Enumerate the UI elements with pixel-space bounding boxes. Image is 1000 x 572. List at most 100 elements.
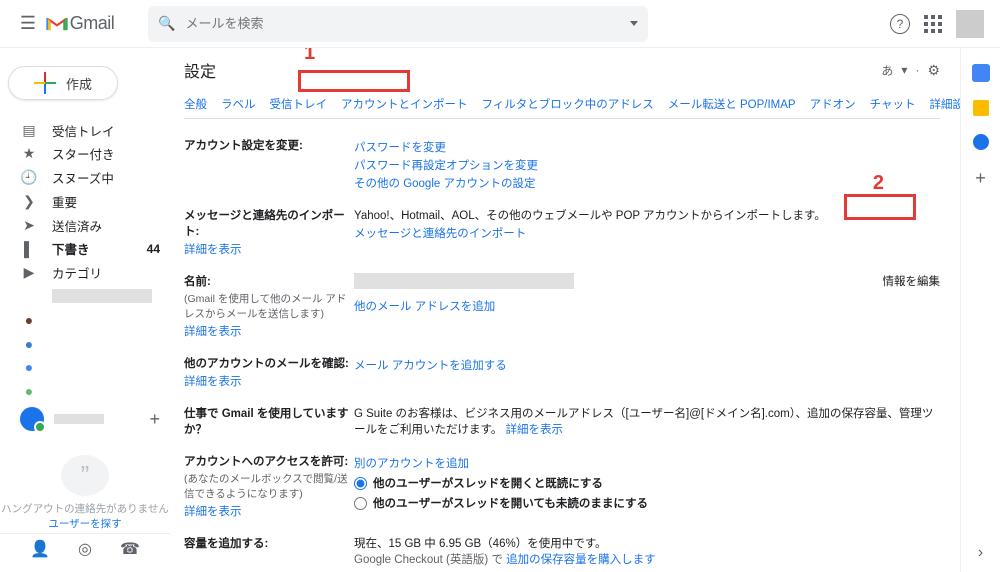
radio-leave-unread[interactable] <box>354 497 367 510</box>
tab-labels[interactable]: ラベル <box>221 96 256 112</box>
presence-avatar-icon <box>20 407 44 431</box>
settings-main: 設定 あ ▾ · 全般 ラベル 受信トレイ アカウントとインポート フィルタとブ… <box>170 48 960 572</box>
sidebar-item-sent[interactable]: ➤送信済み <box>0 213 170 237</box>
row-label-import: メッセージと連絡先のインポート: 詳細を表示 <box>184 207 354 257</box>
sidebar-item-inbox[interactable]: ▤受信トレイ <box>0 118 170 142</box>
link-other-google-settings[interactable]: その他の Google アカウントの設定 <box>354 175 940 191</box>
search-input[interactable] <box>185 16 630 31</box>
tab-forwarding-pop-imap[interactable]: メール転送と POP/IMAP <box>668 96 796 112</box>
hangouts-empty-icon <box>61 455 109 496</box>
link-grant-detail[interactable]: 詳細を表示 <box>184 503 354 519</box>
hangouts-tab-icon[interactable] <box>78 539 92 559</box>
drafts-icon: ▌ <box>20 241 38 257</box>
calendar-addon-icon[interactable] <box>972 64 990 82</box>
input-lang-indicator[interactable]: あ <box>881 62 893 79</box>
link-buy-storage[interactable]: 追加の保存容量を購入します <box>506 554 656 566</box>
sidebar-item-snoozed[interactable]: 🕘スヌーズ中 <box>0 166 170 190</box>
radio-mark-read[interactable] <box>354 477 367 490</box>
lang-caret-icon[interactable]: ▾ <box>901 63 907 77</box>
sidebar-item-drafts[interactable]: ▌下書き44 <box>0 237 170 261</box>
gmail-logo[interactable]: Gmail <box>48 12 112 36</box>
sidebar-item-important[interactable]: ❯重要 <box>0 189 170 213</box>
search-bar[interactable] <box>148 6 648 42</box>
tab-general[interactable]: 全般 <box>184 96 207 112</box>
settings-title: 設定 <box>184 58 216 82</box>
clock-icon: 🕘 <box>20 169 38 186</box>
link-edit-info[interactable]: 情報を編集 <box>883 276 941 288</box>
link-add-another-account[interactable]: 別のアカウントを追加 <box>354 455 940 471</box>
hamburger-icon <box>20 13 36 34</box>
link-name-detail[interactable]: 詳細を表示 <box>184 323 354 339</box>
link-check-other-detail[interactable]: 詳細を表示 <box>184 373 354 389</box>
sidebar-item-category[interactable]: ▶カテゴリ <box>0 261 170 285</box>
link-import-action[interactable]: メッセージと連絡先のインポート <box>354 225 940 241</box>
compose-button[interactable]: 作成 <box>8 66 118 100</box>
row-label-name: 名前: (Gmail を使用して他のメール アドレスからメールを送信します) 詳… <box>184 273 354 339</box>
important-icon: ❯ <box>20 193 38 210</box>
sidebar-label-5[interactable]: ● <box>0 379 170 403</box>
row-name: 名前: (Gmail を使用して他のメール アドレスからメールを送信します) 詳… <box>184 265 940 347</box>
settings-tabs: 全般 ラベル 受信トレイ アカウントとインポート フィルタとブロック中のアドレス… <box>184 96 940 119</box>
row-label-grant: アカウントへのアクセスを許可: (あなたのメールボックスで閲覧/送信できるように… <box>184 453 354 519</box>
link-add-another-address[interactable]: 他のメール アドレスを追加 <box>354 298 883 314</box>
hangouts-tab-bar <box>0 533 170 564</box>
compose-label: 作成 <box>66 74 92 93</box>
app-header: Gmail <box>0 0 1000 48</box>
tab-filters[interactable]: フィルタとブロック中のアドレス <box>482 96 654 112</box>
row-account-settings: アカウント設定を変更: パスワードを変更 パスワード再設定オプションを変更 その… <box>184 129 940 199</box>
gmail-logo-text: Gmail <box>70 13 115 34</box>
row-storage: 容量を追加する: 現在、15 GB 中 6.95 GB（46%）を使用中です。 … <box>184 527 940 572</box>
link-import-detail[interactable]: 詳細を表示 <box>184 241 354 257</box>
tab-chat[interactable]: チャット <box>870 96 916 112</box>
sidebar-label-2[interactable]: ● <box>0 308 170 332</box>
tab-accounts-import[interactable]: アカウントとインポート <box>341 96 468 112</box>
account-name-redacted <box>54 414 104 424</box>
tab-inbox[interactable]: 受信トレイ <box>270 96 328 112</box>
help-icon[interactable] <box>890 14 910 34</box>
contacts-tab-icon[interactable] <box>30 539 50 559</box>
get-addons-icon[interactable] <box>975 168 986 189</box>
tab-addons[interactable]: アドオン <box>810 96 856 112</box>
star-icon: ★ <box>20 145 38 162</box>
row-import: メッセージと連絡先のインポート: 詳細を表示 Yahoo!、Hotmail、AO… <box>184 199 940 265</box>
apps-grid-icon[interactable] <box>924 15 942 33</box>
row-gsuite: 仕事で Gmail を使用していますか？ G Suite のお客様は、ビジネス用… <box>184 397 940 445</box>
row-label-gsuite: 仕事で Gmail を使用していますか？ <box>184 405 354 437</box>
link-gsuite-detail[interactable]: 詳細を表示 <box>506 424 564 436</box>
account-avatar[interactable] <box>956 10 984 38</box>
header-right <box>890 10 992 38</box>
search-dropdown-caret[interactable] <box>630 21 638 26</box>
quote-icon <box>81 462 90 488</box>
search-icon <box>158 15 175 32</box>
hangouts-add-icon[interactable]: + <box>149 409 160 430</box>
compose-plus-icon <box>34 72 56 94</box>
collapse-panel-icon[interactable] <box>978 544 983 562</box>
sidebar-item-starred[interactable]: ★スター付き <box>0 142 170 166</box>
phone-tab-icon[interactable] <box>120 539 140 559</box>
menu-button[interactable] <box>8 4 48 44</box>
hangouts-account-row[interactable]: + <box>0 403 170 435</box>
tab-advanced[interactable]: 詳細設定 <box>929 96 960 112</box>
settings-toolbar: あ ▾ · <box>881 62 940 79</box>
gmail-m-icon <box>46 16 68 32</box>
link-add-mail-account[interactable]: メール アカウントを追加する <box>354 357 940 373</box>
right-side-panel <box>960 48 1000 572</box>
sidebar-label-3[interactable]: ● <box>0 332 170 356</box>
sidebar-label-4[interactable]: ● <box>0 356 170 380</box>
sidebar: 作成 ▤受信トレイ ★スター付き 🕘スヌーズ中 ❯重要 ➤送信済み ▌下書き44… <box>0 48 170 572</box>
keep-addon-icon[interactable] <box>973 100 989 116</box>
inbox-icon: ▤ <box>20 122 38 139</box>
tasks-addon-icon[interactable] <box>973 134 989 150</box>
link-recovery-options[interactable]: パスワード再設定オプションを変更 <box>354 157 940 173</box>
sidebar-label-1[interactable] <box>0 284 170 308</box>
label-redacted <box>52 289 152 303</box>
row-label-storage: 容量を追加する: <box>184 535 354 567</box>
category-icon: ▶ <box>20 264 38 281</box>
row-check-other: 他のアカウントのメールを確認: 詳細を表示 メール アカウントを追加する <box>184 347 940 397</box>
row-grant-access: アカウントへのアクセスを許可: (あなたのメールボックスで閲覧/送信できるように… <box>184 445 940 527</box>
link-change-password[interactable]: パスワードを変更 <box>354 139 940 155</box>
row-label-account: アカウント設定を変更: <box>184 137 354 191</box>
name-redacted <box>354 273 574 289</box>
hangouts-find-user-link[interactable]: ユーザーを探す <box>48 518 121 530</box>
gear-icon[interactable] <box>927 62 940 79</box>
